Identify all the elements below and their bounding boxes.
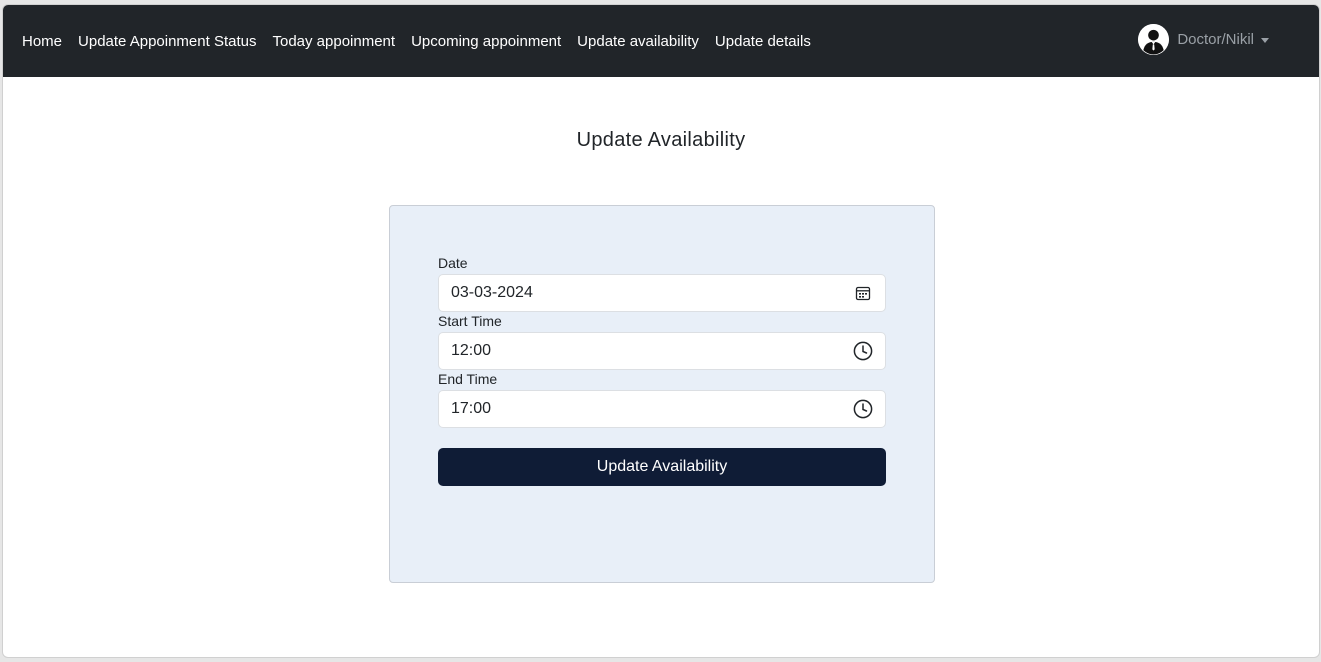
top-navbar: Home Update Appoinment Status Today appo…	[3, 5, 1319, 77]
chevron-down-icon	[1261, 37, 1269, 43]
clock-icon[interactable]	[853, 341, 873, 361]
date-label: Date	[438, 255, 468, 271]
end-time-label: End Time	[438, 371, 498, 387]
nav-link-upcoming-appointment[interactable]: Upcoming appoinment	[411, 33, 561, 50]
date-value: 03-03-2024	[451, 284, 533, 301]
date-input[interactable]: 03-03-2024	[438, 274, 886, 312]
user-avatar-icon	[1138, 24, 1170, 55]
calendar-icon[interactable]	[853, 283, 873, 303]
nav-link-home[interactable]: Home	[22, 33, 62, 50]
user-name: Doctor/Nikil	[1177, 31, 1254, 48]
nav-link-today-appointment[interactable]: Today appoinment	[272, 33, 395, 50]
update-availability-button[interactable]: Update Availability	[438, 448, 886, 486]
nav-link-update-appointment-status[interactable]: Update Appoinment Status	[78, 33, 256, 50]
end-time-value: 17:00	[451, 400, 492, 417]
user-dropdown-toggle[interactable]: Doctor/Nikil	[1138, 24, 1269, 55]
end-time-input[interactable]: 17:00	[438, 390, 886, 428]
nav-links: Home Update Appoinment Status Today appo…	[22, 33, 827, 50]
start-time-label: Start Time	[438, 313, 502, 329]
availability-form-card: Date 03-03-2024 Start Time 12:00 End Tim…	[389, 205, 935, 583]
page-title: Update Availability	[576, 129, 746, 151]
page-container: Home Update Appoinment Status Today appo…	[2, 4, 1320, 658]
clock-icon[interactable]	[853, 399, 873, 419]
nav-link-update-availability[interactable]: Update availability	[577, 33, 699, 50]
nav-link-update-details[interactable]: Update details	[715, 33, 811, 50]
start-time-input[interactable]: 12:00	[438, 332, 886, 370]
start-time-value: 12:00	[451, 342, 492, 359]
